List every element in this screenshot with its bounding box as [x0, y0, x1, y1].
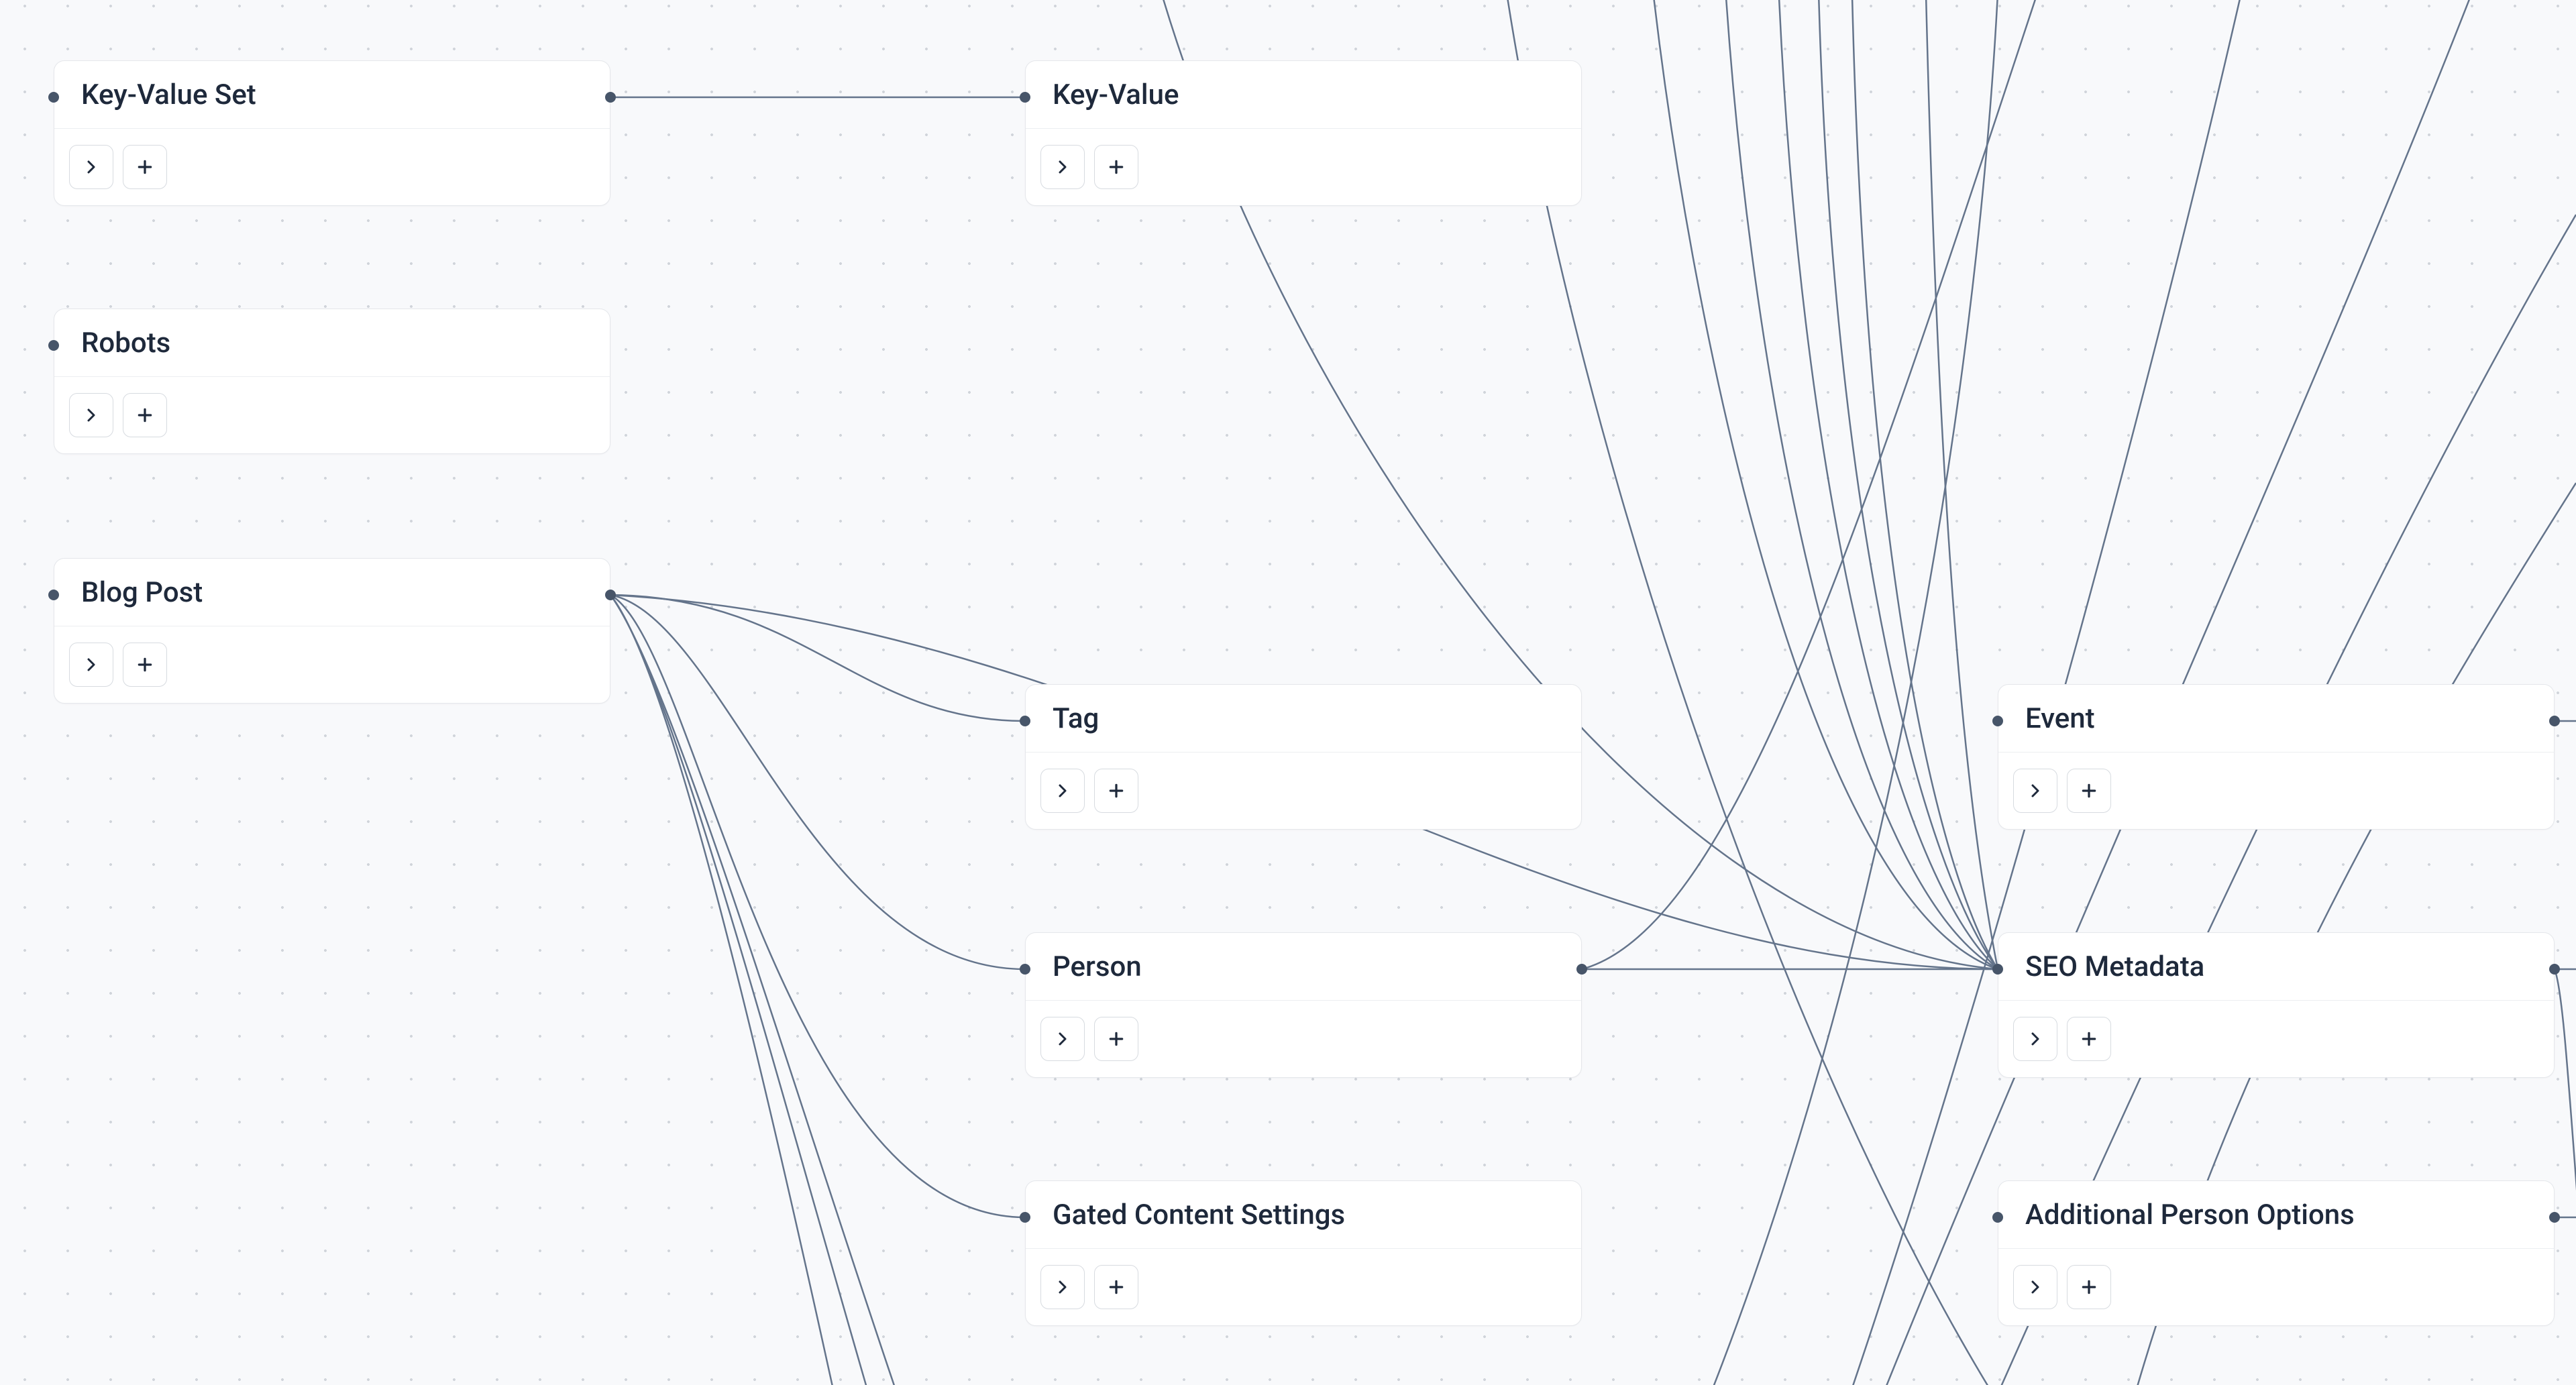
plus-icon	[2080, 1030, 2098, 1048]
add-button[interactable]	[2067, 1265, 2111, 1309]
expand-button[interactable]	[2013, 1017, 2057, 1061]
add-button[interactable]	[1094, 769, 1138, 813]
node-body	[1026, 1001, 1581, 1077]
expand-button[interactable]	[69, 643, 113, 687]
node-title: Person	[1026, 933, 1581, 1001]
add-button[interactable]	[1094, 145, 1138, 189]
node-title: Additional Person Options	[1998, 1181, 2554, 1249]
chevron-right-icon	[1055, 1279, 1071, 1295]
expand-button[interactable]	[1040, 1265, 1085, 1309]
chevron-right-icon	[1055, 1031, 1071, 1047]
chevron-right-icon	[2027, 783, 2043, 799]
node-title: Key-Value	[1026, 61, 1581, 129]
node-title: SEO Metadata	[1998, 933, 2554, 1001]
node-seo[interactable]: SEO Metadata	[1998, 932, 2555, 1078]
outlet-dot[interactable]	[605, 92, 616, 103]
node-addperson[interactable]: Additional Person Options	[1998, 1180, 2555, 1326]
expand-button[interactable]	[69, 393, 113, 437]
node-title: Robots	[54, 309, 610, 377]
node-title: Tag	[1026, 685, 1581, 753]
node-blogpost[interactable]: Blog Post	[54, 558, 610, 704]
plus-icon	[1108, 158, 1125, 176]
outlet-dot[interactable]	[605, 590, 616, 600]
add-button[interactable]	[1094, 1017, 1138, 1061]
node-gated[interactable]: Gated Content Settings	[1025, 1180, 1582, 1326]
chevron-right-icon	[83, 657, 99, 673]
add-button[interactable]	[123, 145, 167, 189]
node-keyvalueset[interactable]: Key-Value Set	[54, 60, 610, 206]
add-button[interactable]	[2067, 1017, 2111, 1061]
outlet-dot[interactable]	[2549, 1212, 2560, 1223]
inlet-dot[interactable]	[1992, 716, 2003, 726]
node-body	[1998, 1249, 2554, 1325]
node-keyvalue[interactable]: Key-Value	[1025, 60, 1582, 206]
expand-button[interactable]	[2013, 769, 2057, 813]
node-title: Key-Value Set	[54, 61, 610, 129]
node-body	[1998, 1001, 2554, 1077]
chevron-right-icon	[83, 159, 99, 175]
expand-button[interactable]	[2013, 1265, 2057, 1309]
plus-icon	[1108, 1278, 1125, 1296]
node-robots[interactable]: Robots	[54, 309, 610, 454]
node-event[interactable]: Event	[1998, 684, 2555, 830]
node-body	[54, 129, 610, 205]
node-body	[1026, 129, 1581, 205]
node-body	[54, 626, 610, 703]
inlet-dot[interactable]	[48, 340, 59, 351]
plus-icon	[136, 656, 154, 673]
node-body	[1026, 753, 1581, 829]
add-button[interactable]	[2067, 769, 2111, 813]
chevron-right-icon	[2027, 1031, 2043, 1047]
inlet-dot[interactable]	[1992, 964, 2003, 975]
inlet-dot[interactable]	[1020, 1212, 1030, 1223]
expand-button[interactable]	[1040, 1017, 1085, 1061]
inlet-dot[interactable]	[48, 92, 59, 103]
node-body	[54, 377, 610, 453]
chevron-right-icon	[1055, 159, 1071, 175]
inlet-dot[interactable]	[1020, 964, 1030, 975]
outlet-dot[interactable]	[1576, 964, 1587, 975]
node-person[interactable]: Person	[1025, 932, 1582, 1078]
inlet-dot[interactable]	[1020, 92, 1030, 103]
expand-button[interactable]	[1040, 145, 1085, 189]
inlet-dot[interactable]	[1020, 716, 1030, 726]
plus-icon	[2080, 1278, 2098, 1296]
node-tag[interactable]: Tag	[1025, 684, 1582, 830]
chevron-right-icon	[2027, 1279, 2043, 1295]
plus-icon	[1108, 782, 1125, 799]
expand-button[interactable]	[1040, 769, 1085, 813]
outlet-dot[interactable]	[2549, 716, 2560, 726]
plus-icon	[136, 406, 154, 424]
add-button[interactable]	[1094, 1265, 1138, 1309]
plus-icon	[1108, 1030, 1125, 1048]
node-title: Blog Post	[54, 559, 610, 626]
plus-icon	[2080, 782, 2098, 799]
inlet-dot[interactable]	[48, 590, 59, 600]
chevron-right-icon	[1055, 783, 1071, 799]
node-title: Gated Content Settings	[1026, 1181, 1581, 1249]
outlet-dot[interactable]	[2549, 964, 2560, 975]
plus-icon	[136, 158, 154, 176]
add-button[interactable]	[123, 393, 167, 437]
inlet-dot[interactable]	[1992, 1212, 2003, 1223]
add-button[interactable]	[123, 643, 167, 687]
chevron-right-icon	[83, 407, 99, 423]
node-body	[1998, 753, 2554, 829]
node-body	[1026, 1249, 1581, 1325]
expand-button[interactable]	[69, 145, 113, 189]
node-title: Event	[1998, 685, 2554, 753]
